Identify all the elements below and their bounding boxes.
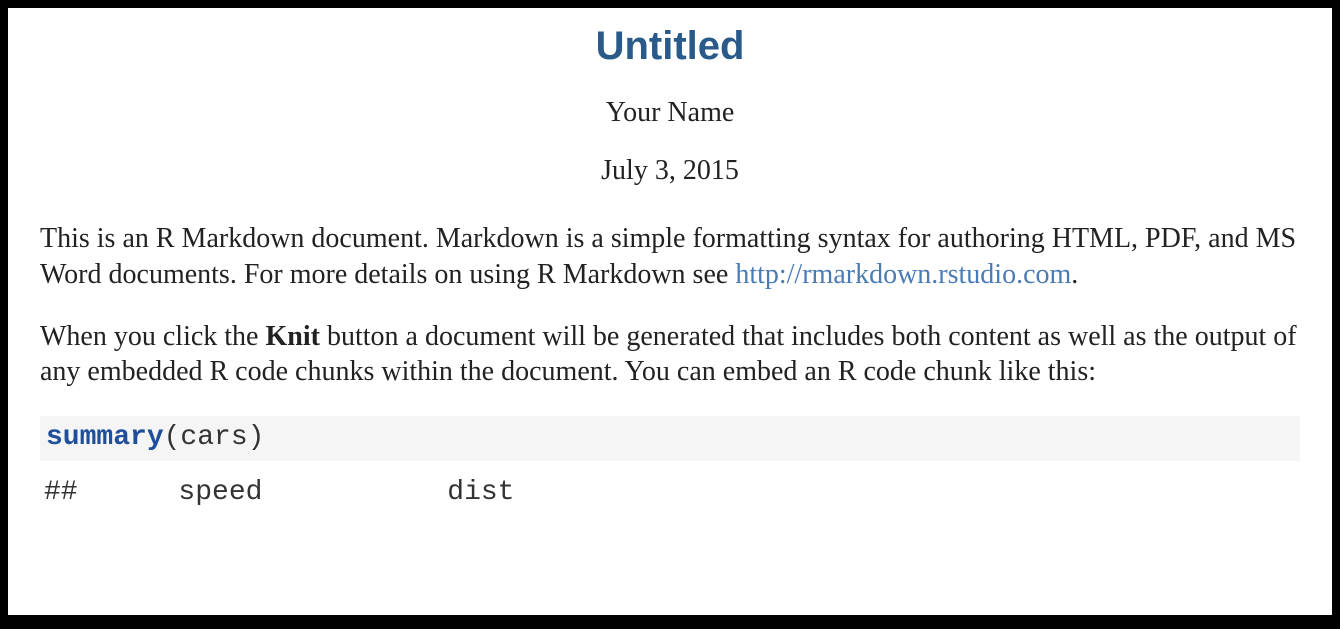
intro-paragraph: This is an R Markdown document. Markdown… <box>40 221 1300 293</box>
author-line: Your Name <box>40 97 1300 129</box>
code-block: summary(cars) <box>40 416 1300 460</box>
code-output: ## speed dist <box>40 477 1300 508</box>
code-function-name: summary <box>46 422 164 453</box>
knit-text-before-bold: When you click the <box>40 321 265 352</box>
intro-text-before-link: This is an R Markdown document. Markdown… <box>40 223 1296 290</box>
intro-text-after-link: . <box>1071 259 1078 290</box>
page-title: Untitled <box>40 24 1300 69</box>
rmarkdown-link[interactable]: http://rmarkdown.rstudio.com <box>735 259 1071 290</box>
code-arguments: (cars) <box>164 422 265 453</box>
knit-bold-word: Knit <box>265 321 319 352</box>
knit-paragraph: When you click the Knit button a documen… <box>40 319 1300 391</box>
date-line: July 3, 2015 <box>40 155 1300 187</box>
document-frame: Untitled Your Name July 3, 2015 This is … <box>6 6 1334 617</box>
